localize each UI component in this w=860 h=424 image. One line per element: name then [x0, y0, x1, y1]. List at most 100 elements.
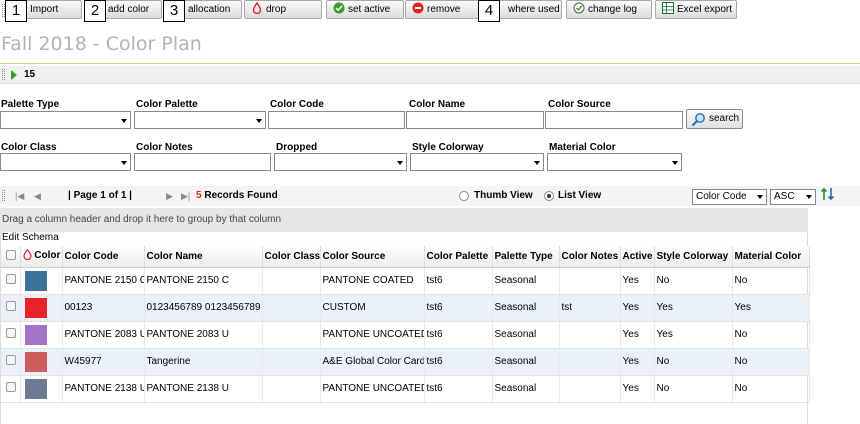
- remove-button[interactable]: remove: [405, 0, 485, 19]
- color-grid: Color Color Code Color Name Color Class …: [0, 246, 810, 424]
- chevron-down-icon: [672, 161, 678, 165]
- excel-export-button[interactable]: Excel export: [655, 0, 737, 19]
- cell-ptype: Seasonal: [492, 267, 560, 295]
- color-swatch-cell: [20, 294, 63, 322]
- dropped-select[interactable]: [274, 153, 407, 171]
- col-material-color[interactable]: Material Color: [732, 246, 810, 268]
- material-color-select[interactable]: [547, 153, 682, 171]
- color-notes-input[interactable]: [134, 153, 271, 171]
- palette-type-select[interactable]: [0, 111, 131, 129]
- col-color-palette[interactable]: Color Palette: [424, 246, 493, 268]
- change-log-button[interactable]: change log: [566, 0, 652, 19]
- cell-code: PANTONE 2083 U: [62, 321, 145, 349]
- last-page-icon[interactable]: ▶|: [181, 191, 190, 202]
- col-color[interactable]: Color: [20, 246, 63, 268]
- records-found: 5 Records Found: [196, 190, 278, 201]
- chevron-down-icon: [121, 161, 127, 165]
- sort-toggle-icon[interactable]: [820, 186, 836, 205]
- chevron-down-icon: [121, 119, 127, 123]
- select-all-checkbox[interactable]: [6, 249, 16, 260]
- row-checkbox[interactable]: [6, 328, 16, 338]
- col-color-notes[interactable]: Color Notes: [559, 246, 621, 268]
- list-view-radio[interactable]: [544, 191, 554, 201]
- color-swatch-cell: [20, 321, 63, 349]
- page-title: Fall 2018 - Color Plan: [1, 33, 202, 55]
- cell-palette: tst6: [424, 321, 493, 349]
- search-button[interactable]: search: [686, 109, 743, 129]
- drop-button[interactable]: drop: [244, 0, 322, 19]
- table-row[interactable]: PANTONE 2138 U PANTONE 2138 U PANTONE UNCO…: [1, 375, 810, 403]
- color-name-input[interactable]: [406, 111, 544, 129]
- next-page-icon[interactable]: ▶: [166, 191, 173, 202]
- change-log-icon: [573, 2, 585, 14]
- cell-notes: [559, 267, 621, 295]
- cell-ptype: Seasonal: [492, 321, 560, 349]
- table-row[interactable]: W45977 Tangerine A&E Global Color Card tst6…: [1, 348, 810, 376]
- cell-active: Yes: [620, 321, 655, 349]
- row-select-cell[interactable]: [1, 294, 21, 322]
- col-palette-type[interactable]: Palette Type: [492, 246, 560, 268]
- row-checkbox[interactable]: [6, 301, 16, 311]
- table-row[interactable]: PANTONE 2150 C PANTONE 2150 C PANTONE COAT…: [1, 267, 810, 295]
- color-class-select[interactable]: [0, 153, 131, 171]
- color-source-input[interactable]: [545, 111, 683, 129]
- col-style-colorway[interactable]: Style Colorway: [654, 246, 733, 268]
- cell-style: No: [654, 267, 733, 295]
- style-colorway-select[interactable]: [410, 153, 544, 171]
- drop-icon: [251, 1, 263, 15]
- cell-class: [262, 375, 321, 403]
- cell-palette: tst6: [424, 348, 493, 376]
- cell-class: [262, 321, 321, 349]
- row-checkbox[interactable]: [6, 382, 16, 392]
- material-color-label: Material Color: [549, 142, 616, 153]
- color-swatch-cell: [20, 375, 63, 403]
- color-palette-select[interactable]: [134, 111, 266, 129]
- col-color-class[interactable]: Color Class: [262, 246, 321, 268]
- sort-field-select[interactable]: Color Code: [692, 189, 767, 205]
- cell-material: Yes: [732, 294, 810, 322]
- color-palette-label: Color Palette: [136, 99, 198, 110]
- color-code-input[interactable]: [268, 111, 405, 129]
- prev-page-icon[interactable]: ◀: [34, 191, 41, 202]
- thumb-view-radio[interactable]: [459, 191, 469, 201]
- color-code-label: Color Code: [270, 99, 324, 110]
- row-checkbox[interactable]: [6, 274, 16, 284]
- first-page-icon[interactable]: |◀: [15, 191, 24, 202]
- col-color-name[interactable]: Color Name: [144, 246, 263, 268]
- row-select-cell[interactable]: [1, 348, 21, 376]
- row-select-cell[interactable]: [1, 375, 21, 403]
- cell-name: PANTONE 2150 C: [144, 267, 263, 295]
- row-select-cell[interactable]: [1, 321, 21, 349]
- row-checkbox[interactable]: [6, 355, 16, 365]
- col-active[interactable]: Active: [620, 246, 655, 268]
- cell-style: Yes: [654, 294, 733, 322]
- palette-type-label: Palette Type: [1, 99, 60, 110]
- cell-code: 00123: [62, 294, 145, 322]
- edit-schema-link[interactable]: Edit Schema: [0, 232, 808, 246]
- select-all-header[interactable]: [1, 246, 21, 268]
- cell-code: W45977: [62, 348, 145, 376]
- dropped-label: Dropped: [276, 142, 318, 153]
- cell-ptype: Seasonal: [492, 294, 560, 322]
- cell-notes: tst: [559, 294, 621, 322]
- cell-ptype: Seasonal: [492, 375, 560, 403]
- callout-3: 3: [163, 0, 185, 22]
- play-icon[interactable]: [11, 70, 17, 80]
- table-row[interactable]: PANTONE 2083 U PANTONE 2083 U PANTONE UNCO…: [1, 321, 810, 349]
- color-swatch-cell: [20, 348, 63, 376]
- cell-material: No: [732, 267, 810, 295]
- cell-class: [262, 294, 321, 322]
- cell-active: Yes: [620, 375, 655, 403]
- col-color-code[interactable]: Color Code: [62, 246, 145, 268]
- cell-class: [262, 348, 321, 376]
- group-by-area[interactable]: Drag a column header and drop it here to…: [0, 208, 808, 232]
- row-select-cell[interactable]: [1, 267, 21, 295]
- callout-2: 2: [84, 0, 106, 22]
- set-active-button[interactable]: set active: [326, 0, 404, 19]
- sort-direction-select[interactable]: ASC: [770, 189, 816, 205]
- table-row[interactable]: 00123 0123456789 0123456789 CUSTOM tst6 Seas…: [1, 294, 810, 322]
- cell-ptype: Seasonal: [492, 348, 560, 376]
- col-color-source[interactable]: Color Source: [320, 246, 425, 268]
- chevron-down-icon: [806, 195, 812, 199]
- cell-name: Tangerine: [144, 348, 263, 376]
